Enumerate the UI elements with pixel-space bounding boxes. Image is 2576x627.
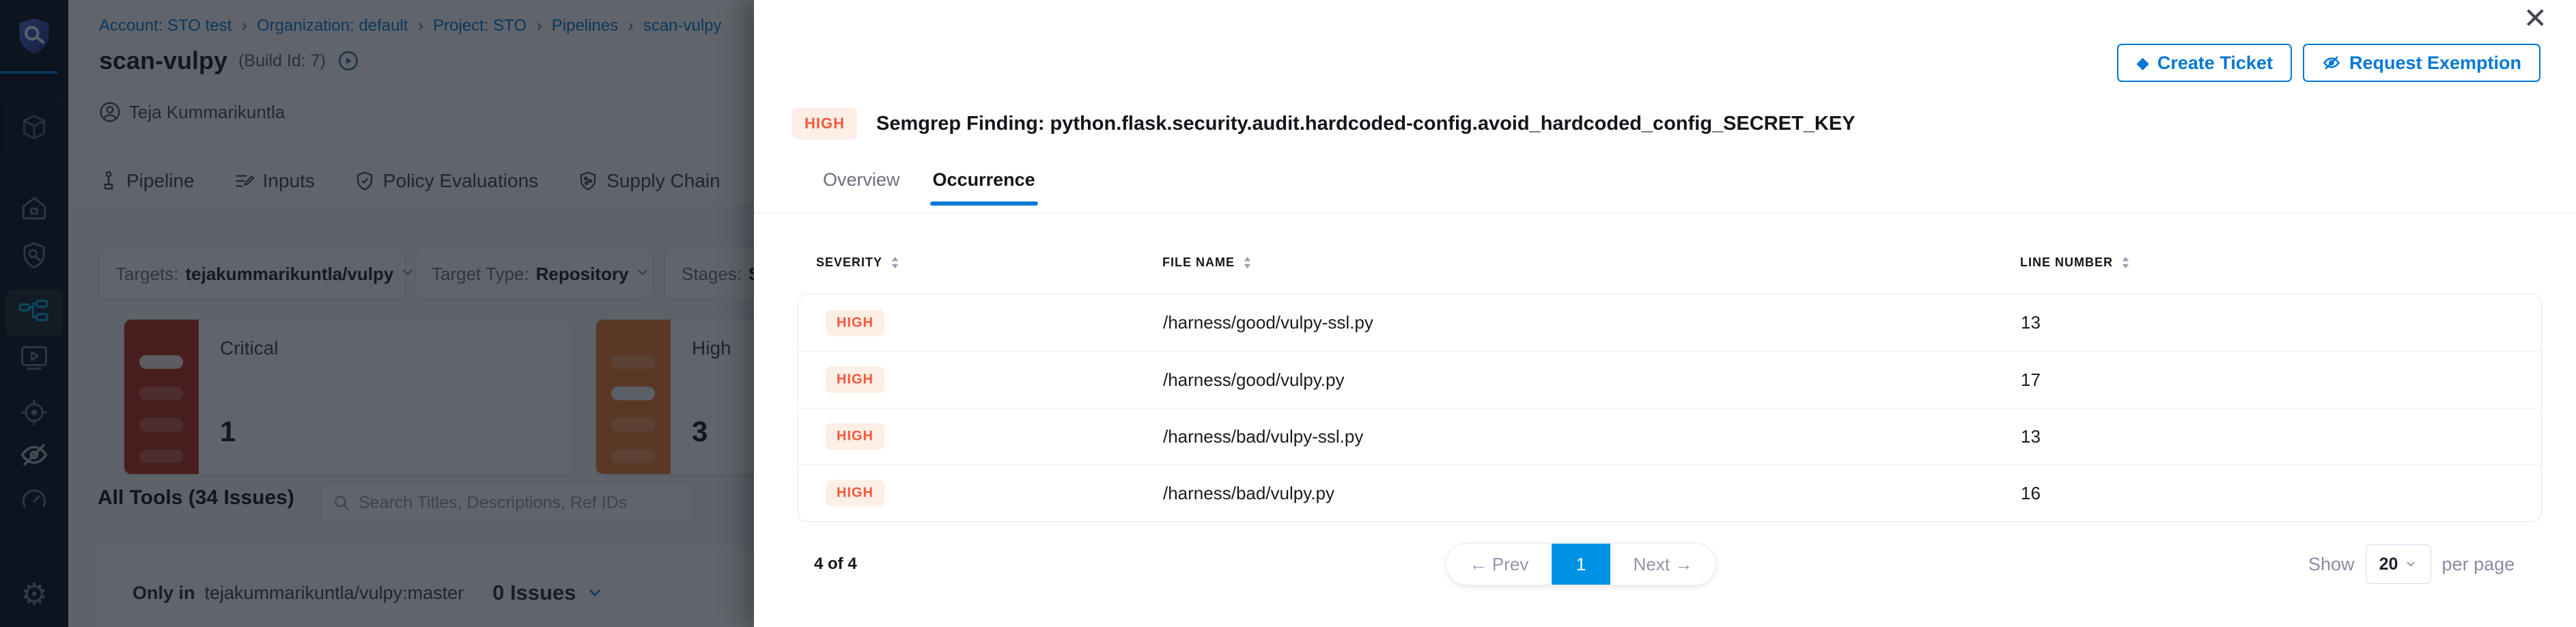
row-line-number: 16 bbox=[2021, 465, 2041, 522]
tab-occurrence[interactable]: Occurrence bbox=[933, 169, 1035, 206]
page-size-select[interactable]: 20 bbox=[2366, 544, 2431, 584]
row-severity-badge: HIGH bbox=[826, 309, 884, 336]
occurrences-table: HIGH /harness/good/vulpy-ssl.py 13 HIGH … bbox=[798, 294, 2542, 522]
show-label: Show bbox=[2308, 554, 2355, 575]
row-severity-badge: HIGH bbox=[826, 480, 884, 507]
table-row[interactable]: HIGH /harness/good/vulpy.py 17 bbox=[798, 351, 2541, 408]
table-row[interactable]: HIGH /harness/good/vulpy-ssl.py 13 bbox=[798, 294, 2541, 351]
diamond-icon: ◆ bbox=[2136, 53, 2148, 73]
next-page-button[interactable]: Next → bbox=[1610, 544, 1716, 585]
row-file-name: /harness/bad/vulpy-ssl.py bbox=[1163, 408, 1363, 465]
per-page-label: per page bbox=[2442, 554, 2515, 575]
tabs-divider bbox=[754, 212, 2576, 213]
row-line-number: 13 bbox=[2021, 408, 2041, 465]
sort-icon bbox=[2121, 257, 2130, 268]
table-row[interactable]: HIGH /harness/bad/vulpy-ssl.py 13 bbox=[798, 408, 2541, 464]
finding-title: Semgrep Finding: python.flask.security.a… bbox=[876, 113, 1856, 135]
sort-icon bbox=[1243, 257, 1252, 268]
request-exemption-button[interactable]: Request Exemption bbox=[2303, 44, 2540, 82]
close-icon[interactable]: ✕ bbox=[2523, 4, 2547, 33]
column-header-file-name[interactable]: File Name bbox=[1162, 255, 1252, 270]
row-line-number: 13 bbox=[2021, 294, 2041, 351]
app-root: ⚙ Account: STO test › Organization: defa… bbox=[0, 0, 2576, 627]
chevron-down-icon bbox=[2405, 558, 2417, 570]
row-severity-badge: HIGH bbox=[826, 423, 884, 450]
tab-overview[interactable]: Overview bbox=[823, 169, 900, 206]
eye-slash-icon bbox=[2322, 53, 2341, 72]
row-severity-badge: HIGH bbox=[826, 367, 884, 393]
current-page-button[interactable]: 1 bbox=[1552, 544, 1610, 585]
pagination-summary: 4 of 4 bbox=[814, 543, 857, 585]
pager: ← Prev 1 Next → bbox=[1446, 543, 1716, 585]
page-size-control: Show 20 per page bbox=[2308, 543, 2515, 585]
row-line-number: 17 bbox=[2021, 352, 2041, 408]
row-file-name: /harness/bad/vulpy.py bbox=[1163, 465, 1334, 522]
finding-tabs: Overview Occurrence bbox=[823, 169, 1035, 206]
create-ticket-button[interactable]: ◆ Create Ticket bbox=[2117, 44, 2292, 82]
finding-drawer: ✕ ◆ Create Ticket Request Exemption HIGH… bbox=[754, 0, 2576, 627]
column-header-line-number[interactable]: Line Number bbox=[2020, 255, 2130, 270]
severity-badge: HIGH bbox=[792, 108, 857, 139]
column-header-severity[interactable]: Severity bbox=[816, 255, 899, 270]
row-file-name: /harness/good/vulpy-ssl.py bbox=[1163, 294, 1373, 351]
table-row[interactable]: HIGH /harness/bad/vulpy.py 16 bbox=[798, 464, 2541, 521]
row-file-name: /harness/good/vulpy.py bbox=[1163, 352, 1344, 408]
prev-page-button[interactable]: ← Prev bbox=[1446, 544, 1552, 585]
sort-icon bbox=[891, 257, 899, 268]
